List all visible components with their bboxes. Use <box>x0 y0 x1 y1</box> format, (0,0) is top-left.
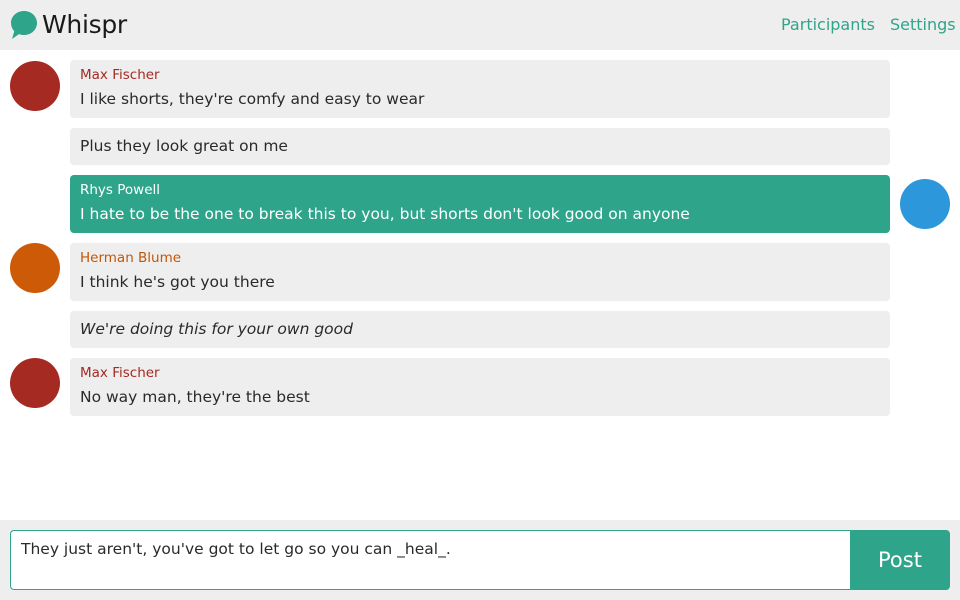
message-bubble: Herman Blume I think he's got you there <box>70 243 890 301</box>
own-message-bubble: Rhys Powell I hate to be the one to brea… <box>70 175 890 233</box>
chat-bubble-icon <box>11 11 37 39</box>
avatar[interactable] <box>10 61 60 111</box>
message-author: Herman Blume <box>80 250 182 266</box>
message-author: Max Fischer <box>80 365 160 381</box>
settings-link[interactable]: Settings <box>890 15 956 35</box>
message-text: Plus they look great on me <box>80 137 288 155</box>
app-header: Whispr Participants Settings <box>0 0 960 50</box>
app-title: Whispr <box>42 10 127 39</box>
message-author: Rhys Powell <box>80 182 161 198</box>
message-bubble: Plus they look great on me <box>70 128 890 165</box>
message-bubble: Max Fischer I like shorts, they're comfy… <box>70 60 890 118</box>
message-text: No way man, they're the best <box>80 388 310 406</box>
participants-link[interactable]: Participants <box>781 15 875 35</box>
message-author: Max Fischer <box>80 67 160 83</box>
message-text: We're doing this for your own good <box>80 320 353 338</box>
post-button[interactable]: Post <box>850 530 950 590</box>
message-text: I think he's got you there <box>80 273 275 291</box>
message-text: I hate to be the one to break this to yo… <box>80 205 690 223</box>
avatar[interactable] <box>10 243 60 293</box>
message-input[interactable]: They just aren't, you've got to let go s… <box>10 530 850 590</box>
composer: They just aren't, you've got to let go s… <box>0 520 960 600</box>
avatar[interactable] <box>10 358 60 408</box>
message-text: I like shorts, they're comfy and easy to… <box>80 90 425 108</box>
avatar[interactable] <box>900 179 950 229</box>
message-bubble: Max Fischer No way man, they're the best <box>70 358 890 416</box>
message-bubble: We're doing this for your own good <box>70 311 890 348</box>
